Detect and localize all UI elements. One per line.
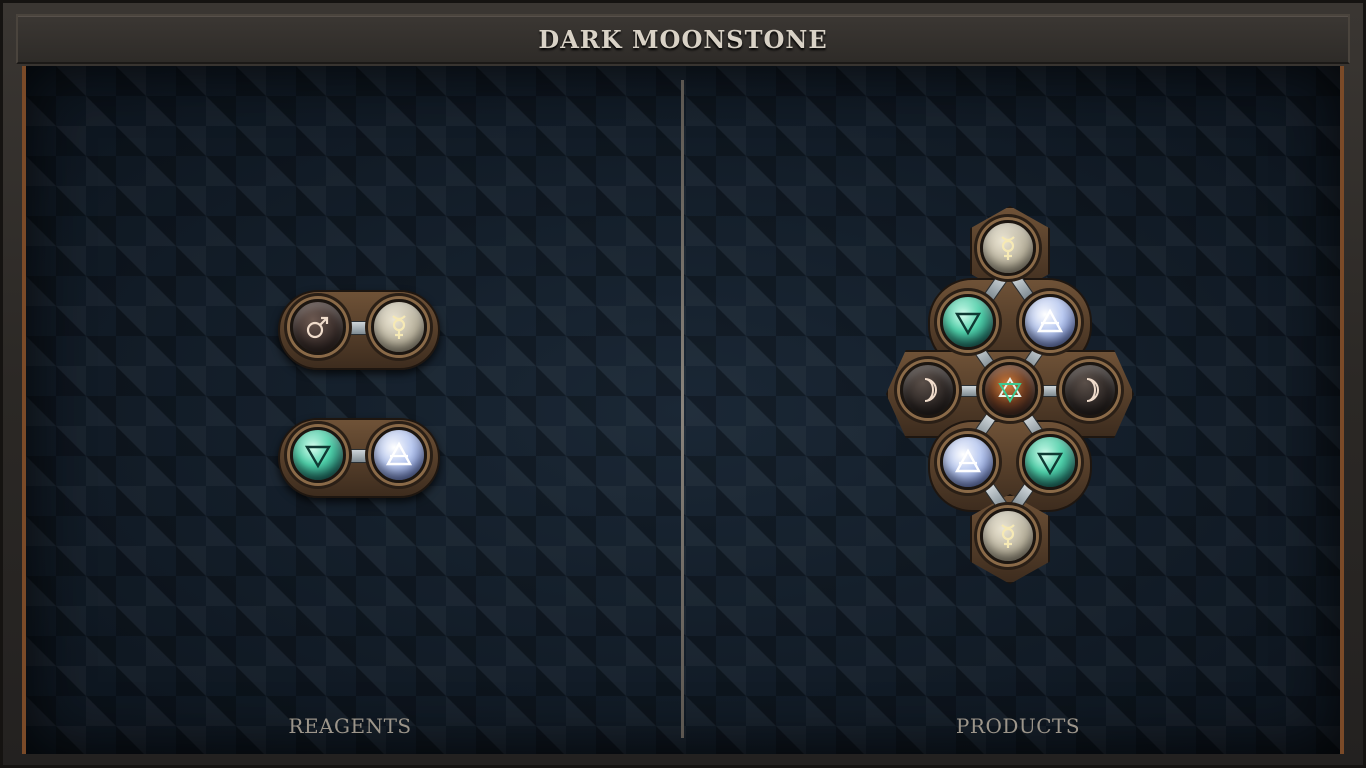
products-label: PRODUCTS — [955, 714, 1081, 738]
product-air-orb-upper[interactable] — [1022, 294, 1078, 350]
water-icon — [954, 312, 982, 336]
air-icon — [1036, 308, 1064, 333]
title-bar: DARK MOONSTONE — [16, 14, 1350, 64]
moon-icon — [924, 378, 937, 402]
mars-icon — [306, 316, 329, 339]
product-water-orb-lower[interactable] — [1022, 434, 1078, 490]
panel-divider — [681, 80, 684, 738]
hexagram-icon — [998, 377, 1022, 403]
product-air-orb-lower[interactable] — [940, 434, 996, 490]
moon-icon — [1086, 378, 1099, 402]
product-link — [1034, 385, 1062, 397]
water-icon — [304, 445, 332, 469]
mars-orb[interactable] — [290, 299, 346, 355]
water-icon — [1036, 452, 1064, 476]
product-water-orb-upper[interactable] — [940, 294, 996, 350]
reagents-label: REAGENTS — [288, 714, 412, 738]
air-orb[interactable] — [371, 427, 427, 483]
product-mercury-orb-bottom[interactable] — [980, 508, 1036, 564]
product-moon-orb-left[interactable] — [900, 362, 956, 418]
mercury-icon — [1001, 524, 1015, 548]
page-title: DARK MOONSTONE — [538, 24, 828, 54]
product-moon-orb-right[interactable] — [1062, 362, 1118, 418]
product-center-orb[interactable] — [982, 362, 1038, 418]
air-icon — [385, 441, 413, 466]
mercury-icon — [1001, 236, 1015, 260]
product-mercury-orb-top[interactable] — [980, 220, 1036, 276]
mercury-icon — [392, 315, 406, 339]
mercury-orb[interactable] — [371, 299, 427, 355]
air-icon — [954, 448, 982, 473]
water-orb[interactable] — [290, 427, 346, 483]
